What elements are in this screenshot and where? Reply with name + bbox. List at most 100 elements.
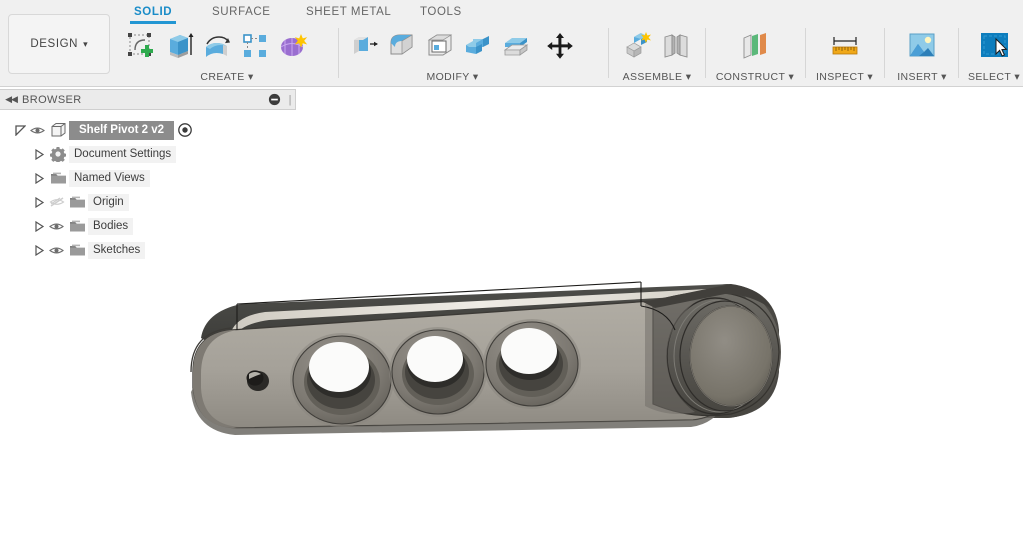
panel-modify: MODIFY ▾ bbox=[345, 24, 600, 84]
panel-construct-text: CONSTRUCT bbox=[715, 71, 786, 83]
visibility-eye-icon[interactable] bbox=[28, 125, 47, 136]
move-copy-button[interactable] bbox=[541, 26, 579, 66]
measure-button[interactable] bbox=[826, 26, 864, 66]
panel-assemble: ASSEMBLE ▾ bbox=[615, 24, 699, 84]
tree-node-label: Origin bbox=[88, 193, 129, 211]
press-pull-icon bbox=[354, 37, 378, 54]
panel-insert-text: INSERT bbox=[897, 71, 938, 83]
activate-component-icon[interactable] bbox=[174, 123, 196, 137]
ribbon-tabs: SOLID SURFACE SHEET METAL TOOLS bbox=[0, 4, 1023, 25]
shell-button[interactable] bbox=[421, 26, 459, 66]
tree-node-shelf-pivot[interactable]: Shelf Pivot 2 v2 bbox=[0, 118, 296, 142]
expander-collapsed-icon[interactable] bbox=[31, 244, 47, 256]
panel-inspect-text: INSPECT bbox=[815, 71, 865, 83]
shelf-pivot-model[interactable] bbox=[175, 268, 795, 448]
combine-button[interactable] bbox=[459, 26, 497, 66]
visibility-eye-icon[interactable] bbox=[47, 221, 66, 232]
tab-tools[interactable]: TOOLS bbox=[416, 4, 466, 22]
fillet-button[interactable] bbox=[383, 26, 421, 66]
create-sketch-icon bbox=[128, 33, 153, 57]
chevron-down-icon: ▾ bbox=[472, 71, 479, 83]
panel-modify-label[interactable]: MODIFY ▾ bbox=[345, 71, 560, 83]
tree-node-label: Shelf Pivot 2 v2 bbox=[69, 120, 175, 140]
create-form-button[interactable] bbox=[274, 26, 312, 66]
panel-create-text: CREATE bbox=[200, 71, 245, 83]
panel-divider bbox=[805, 28, 806, 78]
tree-node-label: Sketches bbox=[88, 241, 146, 259]
browser-tree: Shelf Pivot 2 v2 Document Settings Named… bbox=[0, 118, 296, 262]
expander-collapsed-icon[interactable] bbox=[31, 148, 47, 160]
folder-icon bbox=[47, 171, 69, 185]
pattern-button[interactable] bbox=[236, 26, 274, 66]
panel-divider bbox=[705, 28, 706, 78]
chevron-down-icon: ▾ bbox=[1014, 71, 1021, 83]
chevron-down-icon: ▾ bbox=[788, 71, 795, 83]
tab-solid-label: SOLID bbox=[134, 6, 173, 18]
fusion360-window: DESIGN ▾ SOLID SURFACE SHEET METAL TOOLS bbox=[0, 0, 1023, 549]
expander-expanded-icon[interactable] bbox=[12, 124, 28, 136]
tab-surface[interactable]: SURFACE bbox=[208, 4, 275, 22]
new-component-icon bbox=[626, 32, 651, 58]
panel-create-label[interactable]: CREATE ▾ bbox=[122, 71, 332, 83]
minimize-browser-button[interactable] bbox=[263, 93, 285, 106]
panel-insert: INSERT ▾ bbox=[891, 24, 953, 84]
panel-construct-label[interactable]: CONSTRUCT ▾ bbox=[712, 71, 798, 83]
tree-node-named-views[interactable]: Named Views bbox=[0, 166, 296, 190]
expander-collapsed-icon[interactable] bbox=[31, 220, 47, 232]
visibility-eye-hidden-icon[interactable] bbox=[47, 196, 66, 208]
tree-node-label: Named Views bbox=[69, 169, 150, 187]
tab-surface-label: SURFACE bbox=[212, 6, 271, 18]
combine-icon bbox=[466, 36, 489, 54]
panel-divider bbox=[338, 28, 339, 78]
panel-divider bbox=[884, 28, 885, 78]
select-cursor-icon bbox=[981, 33, 1008, 57]
fillet-icon bbox=[390, 34, 413, 55]
visibility-eye-icon[interactable] bbox=[47, 245, 66, 256]
browser-header: ◀◀ BROWSER | bbox=[0, 89, 296, 110]
panel-select-label[interactable]: SELECT ▾ bbox=[964, 71, 1023, 83]
extrude-icon bbox=[170, 33, 194, 58]
browser-title: BROWSER bbox=[22, 93, 82, 106]
panel-create: CREATE ▾ bbox=[122, 24, 332, 84]
panel-select: SELECT ▾ bbox=[964, 24, 1023, 84]
offset-plane-button[interactable] bbox=[736, 26, 774, 66]
panel-insert-label[interactable]: INSERT ▾ bbox=[891, 71, 953, 83]
insert-image-icon bbox=[909, 33, 935, 57]
tab-sheet-metal[interactable]: SHEET METAL bbox=[302, 4, 395, 22]
collapse-panel-icon[interactable]: ◀◀ bbox=[0, 94, 22, 105]
pattern-icon bbox=[243, 34, 266, 57]
tab-tools-label: TOOLS bbox=[420, 6, 462, 18]
press-pull-button[interactable] bbox=[345, 26, 383, 66]
expander-collapsed-icon[interactable] bbox=[31, 196, 47, 208]
expander-collapsed-icon[interactable] bbox=[31, 172, 47, 184]
countersunk-hole-3 bbox=[483, 319, 581, 409]
chevron-down-icon: ▾ bbox=[685, 71, 692, 83]
tab-solid[interactable]: SOLID bbox=[130, 4, 177, 24]
panel-assemble-text: ASSEMBLE bbox=[622, 71, 683, 83]
offset-face-button[interactable] bbox=[497, 26, 535, 66]
create-sketch-button[interactable] bbox=[122, 26, 160, 66]
insert-image-button[interactable] bbox=[903, 26, 941, 66]
offset-face-icon bbox=[503, 38, 529, 56]
new-component-button[interactable] bbox=[619, 26, 657, 66]
shelf-pivot-geometry bbox=[190, 281, 781, 435]
panel-divider bbox=[958, 28, 959, 78]
panel-assemble-label[interactable]: ASSEMBLE ▾ bbox=[615, 71, 699, 83]
joint-button[interactable] bbox=[657, 26, 695, 66]
tree-node-origin[interactable]: Origin bbox=[0, 190, 296, 214]
tree-node-sketches[interactable]: Sketches bbox=[0, 238, 296, 262]
tree-node-label: Document Settings bbox=[69, 145, 177, 163]
panel-inspect-label[interactable]: INSPECT ▾ bbox=[812, 71, 877, 83]
panel-resize-grip[interactable]: | bbox=[285, 94, 295, 106]
component-icon bbox=[47, 122, 69, 138]
revolve-button[interactable] bbox=[198, 26, 236, 66]
chevron-down-icon: ▾ bbox=[867, 71, 874, 83]
extrude-button[interactable] bbox=[160, 26, 198, 66]
tab-sheet-metal-label: SHEET METAL bbox=[306, 6, 392, 18]
tree-node-document-settings[interactable]: Document Settings bbox=[0, 142, 296, 166]
tree-node-bodies[interactable]: Bodies bbox=[0, 214, 296, 238]
panel-modify-text: MODIFY bbox=[426, 71, 470, 83]
select-button[interactable] bbox=[975, 26, 1013, 66]
create-form-icon bbox=[280, 34, 308, 56]
folder-icon bbox=[66, 195, 88, 209]
